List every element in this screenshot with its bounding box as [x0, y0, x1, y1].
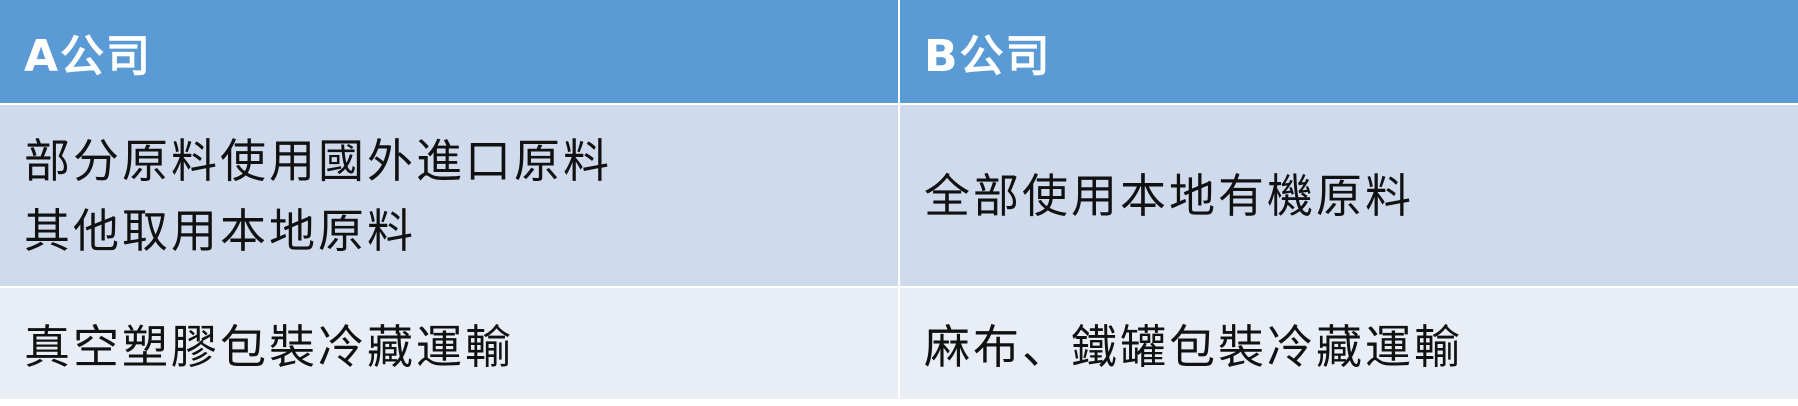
header-company-a: A公司: [0, 0, 898, 103]
row-1-company-a-text: 部分原料使用國外進口原料 其他取用本地原料: [24, 126, 612, 266]
row-1-company-a: 部分原料使用國外進口原料 其他取用本地原料: [0, 105, 898, 286]
row-2-company-b: 麻布、鐵罐包裝冷藏運輸: [900, 288, 1798, 399]
row-1-company-a-line-1: 部分原料使用國外進口原料: [24, 133, 612, 188]
row-2-company-a: 真空塑膠包裝冷藏運輸: [0, 288, 898, 399]
header-company-b: B公司: [900, 0, 1798, 103]
row-1-company-b: 全部使用本地有機原料: [900, 105, 1798, 286]
row-1-company-a-line-2: 其他取用本地原料: [24, 203, 416, 258]
comparison-table: A公司 B公司 部分原料使用國外進口原料 其他取用本地原料 全部使用本地有機原料…: [0, 0, 1798, 399]
